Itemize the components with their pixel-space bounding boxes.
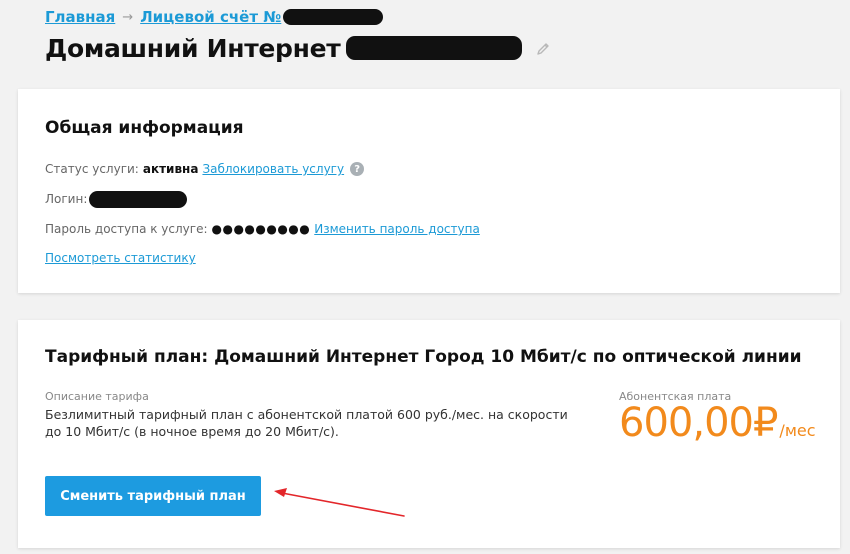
pencil-icon[interactable] <box>536 41 550 55</box>
breadcrumb-account-link[interactable]: Лицевой счёт № <box>140 8 281 26</box>
subscription-fee-value: 600,00₽ /мес <box>619 400 816 446</box>
stats-row: Посмотреть статистику <box>45 249 196 267</box>
change-tariff-button[interactable]: Сменить тарифный план <box>45 476 261 516</box>
general-info-title: Общая информация <box>45 118 244 138</box>
tariff-description-label: Описание тарифа <box>45 390 149 403</box>
breadcrumb-home-link[interactable]: Главная <box>45 8 115 26</box>
change-password-link[interactable]: Изменить пароль доступа <box>314 222 480 236</box>
redacted-account-number <box>283 9 384 25</box>
tariff-plan-card: Тарифный план: Домашний Интернет Город 1… <box>18 320 840 548</box>
password-row: Пароль доступа к услуге: ●●●●●●●●● Измен… <box>45 220 480 238</box>
redacted-login <box>89 190 188 208</box>
password-mask: ●●●●●●●●● <box>211 222 311 236</box>
redacted-service-name <box>346 36 523 60</box>
arrow-right-icon: → <box>122 9 134 25</box>
service-status-row: Статус услуги: активна Заблокировать усл… <box>45 160 365 178</box>
tariff-description-text: Безлимитный тарифный план с абонентской … <box>45 407 568 439</box>
general-info-card: Общая информация Статус услуги: активна … <box>18 89 840 293</box>
fee-amount: 600,00₽ <box>619 400 778 446</box>
question-circle-icon[interactable]: ? <box>350 162 365 176</box>
page-header: Домашний Интернет <box>45 30 550 66</box>
fee-unit: /мес <box>779 421 816 440</box>
view-statistics-link[interactable]: Посмотреть статистику <box>45 251 196 265</box>
password-label: Пароль доступа к услуге: <box>45 222 208 236</box>
tariff-plan-title: Тарифный план: Домашний Интернет Город 1… <box>45 347 802 367</box>
breadcrumb: Главная → Лицевой счёт № <box>45 6 384 28</box>
page-title: Домашний Интернет <box>45 33 341 63</box>
login-row: Логин: <box>45 190 188 208</box>
annotation-arrow-icon <box>274 488 405 517</box>
block-service-link[interactable]: Заблокировать услугу <box>202 162 344 176</box>
login-label: Логин: <box>45 192 88 206</box>
status-value: активна <box>142 162 199 176</box>
status-label: Статус услуги: <box>45 162 139 176</box>
